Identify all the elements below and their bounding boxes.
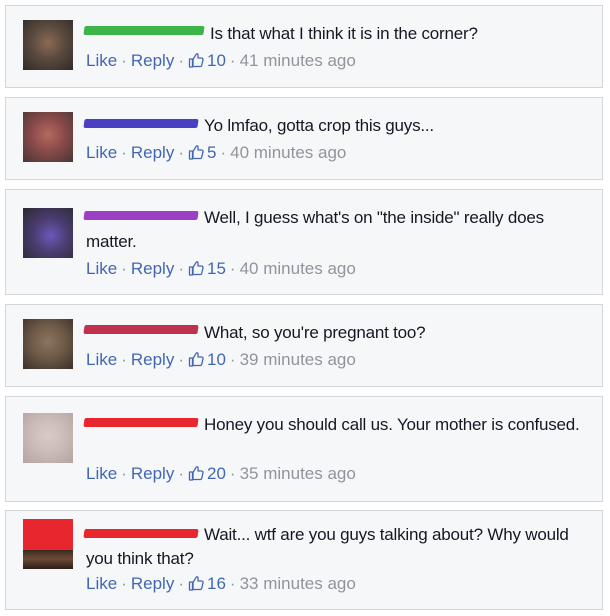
comment-actions: Like · Reply · 16 · 33 minutes ago xyxy=(86,573,356,595)
like-button[interactable]: Like xyxy=(86,350,117,369)
timestamp[interactable]: 40 minutes ago xyxy=(230,143,346,162)
comment-text: What, so you're pregnant too? xyxy=(86,321,594,345)
thumbs-up-icon[interactable] xyxy=(188,465,204,481)
separator: · xyxy=(178,51,184,70)
like-button[interactable]: Like xyxy=(86,574,117,593)
comment-text: Is that what I think it is in the corner… xyxy=(86,22,594,46)
comment-text: Yo lmfao, gotta crop this guys... xyxy=(86,114,594,138)
comment: What, so you're pregnant too? Like · Reply… xyxy=(5,304,603,387)
comment-text: Honey you should call us. Your mother is… xyxy=(86,413,594,437)
comment-body: Honey you should call us. Your mother is… xyxy=(204,415,580,434)
comment: Honey you should call us. Your mother is… xyxy=(5,396,603,502)
like-count[interactable]: 20 xyxy=(207,464,226,483)
like-button[interactable]: Like xyxy=(86,464,117,483)
timestamp[interactable]: 33 minutes ago xyxy=(240,574,356,593)
separator: · xyxy=(229,259,236,278)
reply-button[interactable]: Reply xyxy=(131,143,174,162)
avatar[interactable] xyxy=(23,519,73,569)
avatar[interactable] xyxy=(23,20,73,70)
separator: · xyxy=(121,350,127,369)
separator: · xyxy=(178,574,184,593)
timestamp[interactable]: 39 minutes ago xyxy=(240,350,356,369)
comment-body: Well, I guess what's on "the inside" rea… xyxy=(86,208,544,251)
separator: · xyxy=(178,143,184,162)
comment-actions: Like · Reply · 10 · 41 minutes ago xyxy=(86,50,356,72)
like-count[interactable]: 10 xyxy=(207,51,226,70)
like-button[interactable]: Like xyxy=(86,51,117,70)
reply-button[interactable]: Reply xyxy=(131,51,174,70)
comment: Is that what I think it is in the corner… xyxy=(5,5,603,88)
comment-body: What, so you're pregnant too? xyxy=(204,323,426,342)
separator: · xyxy=(121,574,127,593)
separator: · xyxy=(178,350,184,369)
thumbs-up-icon[interactable] xyxy=(188,260,204,276)
reply-button[interactable]: Reply xyxy=(131,259,174,278)
thumbs-up-icon[interactable] xyxy=(188,575,204,591)
comment-actions: Like · Reply · 5 · 40 minutes ago xyxy=(86,142,346,164)
comment-actions: Like · Reply · 10 · 39 minutes ago xyxy=(86,349,356,371)
like-button[interactable]: Like xyxy=(86,143,117,162)
comment-body: Wait... wtf are you guys talking about? … xyxy=(86,525,569,568)
separator: · xyxy=(178,259,184,278)
separator: · xyxy=(121,143,127,162)
comment-body: Yo lmfao, gotta crop this guys... xyxy=(204,116,434,135)
comment-text: Well, I guess what's on "the inside" rea… xyxy=(86,206,594,254)
separator: · xyxy=(220,143,227,162)
like-count[interactable]: 15 xyxy=(207,259,226,278)
comment-actions: Like · Reply · 15 · 40 minutes ago xyxy=(86,258,356,280)
thumbs-up-icon[interactable] xyxy=(188,351,204,367)
separator: · xyxy=(121,464,127,483)
avatar[interactable] xyxy=(23,413,73,463)
separator: · xyxy=(229,350,236,369)
like-count[interactable]: 16 xyxy=(207,574,226,593)
timestamp[interactable]: 40 minutes ago xyxy=(240,259,356,278)
reply-button[interactable]: Reply xyxy=(131,350,174,369)
reply-button[interactable]: Reply xyxy=(131,574,174,593)
comment-actions: Like · Reply · 20 · 35 minutes ago xyxy=(86,463,356,485)
avatar[interactable] xyxy=(23,319,73,369)
reply-button[interactable]: Reply xyxy=(131,464,174,483)
like-button[interactable]: Like xyxy=(86,259,117,278)
thumbs-up-icon[interactable] xyxy=(188,144,204,160)
comment: Yo lmfao, gotta crop this guys... Like · R… xyxy=(5,97,603,180)
comment-body: Is that what I think it is in the corner… xyxy=(210,24,478,43)
comment: Wait... wtf are you guys talking about? … xyxy=(5,510,603,610)
comment: Well, I guess what's on "the inside" rea… xyxy=(5,189,603,295)
separator: · xyxy=(229,464,236,483)
avatar[interactable] xyxy=(23,112,73,162)
separator: · xyxy=(121,259,127,278)
avatar[interactable] xyxy=(23,208,73,258)
timestamp[interactable]: 35 minutes ago xyxy=(240,464,356,483)
separator: · xyxy=(178,464,184,483)
separator: · xyxy=(229,574,236,593)
like-count[interactable]: 5 xyxy=(207,143,216,162)
separator: · xyxy=(229,51,236,70)
thumbs-up-icon[interactable] xyxy=(188,52,204,68)
like-count[interactable]: 10 xyxy=(207,350,226,369)
comment-text: Wait... wtf are you guys talking about? … xyxy=(86,523,594,571)
timestamp[interactable]: 41 minutes ago xyxy=(240,51,356,70)
separator: · xyxy=(121,51,127,70)
